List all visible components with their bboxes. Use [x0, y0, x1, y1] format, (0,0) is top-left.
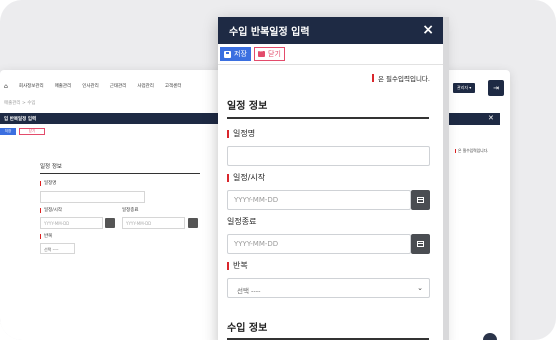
nav-item[interactable]: 사업관리 [137, 83, 154, 89]
required-note: 은 필수입력입니다. [372, 73, 430, 83]
save-button-label: 저장 [234, 51, 247, 58]
screenshot-frame: ⌂ 회사정보관리 매출관리 인사관리 근태관리 사업관리 고객센터 관리자 ▾ … [0, 0, 556, 340]
start-label-text: 일정/시작 [233, 173, 266, 182]
background-name-input[interactable] [40, 191, 145, 203]
nav-item[interactable]: 매출관리 [55, 83, 72, 89]
background-section-divider [40, 173, 200, 174]
background-repeat-label: 반복 [40, 234, 52, 239]
end-date-input[interactable] [227, 234, 411, 254]
background-calendar-icon[interactable] [105, 218, 115, 228]
calendar-icon [417, 197, 424, 203]
required-note-text: 은 필수입력입니다. [378, 75, 430, 83]
disk-icon [224, 50, 232, 58]
start-date-input[interactable] [227, 190, 411, 210]
background-save-button[interactable]: 저장 [0, 128, 16, 135]
required-marker [227, 261, 229, 270]
save-button[interactable]: 저장 [220, 47, 251, 61]
nav-item[interactable]: 인사관리 [82, 83, 99, 89]
floating-action-button[interactable] [483, 333, 497, 340]
repeat-schedule-modal: 수입 반복일정 입력 × 저장 닫기 은 필수입력입니다. 일정 정보 일정명 [218, 17, 449, 340]
modal-toolbar: 저장 닫기 [218, 44, 443, 65]
x-box-icon [258, 48, 266, 57]
user-menu-button[interactable]: 관리자 ▾ [453, 83, 476, 93]
close-button-label: 닫기 [268, 51, 281, 58]
repeat-field-label: 반복 [227, 260, 248, 271]
background-modal-title: 입 반복일정 입력 [0, 113, 220, 124]
background-name-label: 일정명 [40, 181, 56, 186]
chevron-down-icon: ⌄ [417, 284, 423, 292]
modal-title: 수입 반복일정 입력 [229, 27, 310, 38]
section-title-income: 수입 정보 [227, 323, 268, 334]
scrollbar[interactable] [443, 17, 449, 340]
calendar-icon [417, 241, 424, 247]
breadcrumb: 매출관리 > 수입 [4, 101, 36, 106]
background-repeat-select[interactable]: 선택 ---- [40, 243, 75, 254]
required-marker [227, 173, 229, 182]
background-close-button[interactable]: 닫기 [19, 128, 45, 135]
repeat-select[interactable]: 선택 ---- ⌄ [227, 278, 430, 298]
background-close-icon[interactable]: ✕ [488, 114, 494, 122]
background-calendar-icon[interactable] [188, 218, 198, 228]
end-date-calendar-button[interactable] [411, 234, 430, 254]
repeat-select-value: 선택 ---- [237, 287, 261, 295]
modal-header: 수입 반복일정 입력 × [218, 17, 443, 44]
background-top-nav: ⌂ 회사정보관리 매출관리 인사관리 근태관리 사업관리 고객센터 [0, 78, 220, 94]
nav-item[interactable]: 회사정보관리 [19, 83, 44, 89]
schedule-name-input[interactable] [227, 146, 430, 166]
background-section-title: 일정 정보 [40, 164, 62, 170]
required-marker [372, 74, 374, 82]
repeat-label-text: 반복 [233, 261, 248, 270]
logout-icon[interactable]: ⇥ [488, 80, 504, 96]
name-field-label: 일정명 [227, 128, 255, 139]
background-toolbar: 저장 닫기 [0, 128, 45, 135]
name-label-text: 일정명 [233, 129, 256, 138]
nav-item[interactable]: 근태관리 [110, 83, 127, 89]
close-icon[interactable]: × [422, 22, 434, 38]
start-date-calendar-button[interactable] [411, 190, 430, 210]
background-start-input[interactable]: YYYY-MM-DD [40, 217, 103, 229]
background-required-note: 은 필수입력입니다. [455, 148, 488, 154]
background-start-label: 일정/시작 [40, 208, 62, 213]
end-label-text: 일정종료 [227, 217, 257, 226]
home-icon[interactable]: ⌂ [4, 83, 8, 90]
background-end-input[interactable]: YYYY-MM-DD [122, 217, 185, 229]
nav-item[interactable]: 고객센터 [165, 83, 182, 89]
section-divider [227, 117, 429, 119]
background-end-label: 일정종료 [122, 208, 139, 213]
close-button[interactable]: 닫기 [254, 47, 285, 61]
section-title-schedule: 일정 정보 [227, 101, 268, 112]
required-marker [227, 129, 229, 138]
end-field-label: 일정종료 [227, 216, 256, 227]
start-field-label: 일정/시작 [227, 172, 265, 183]
